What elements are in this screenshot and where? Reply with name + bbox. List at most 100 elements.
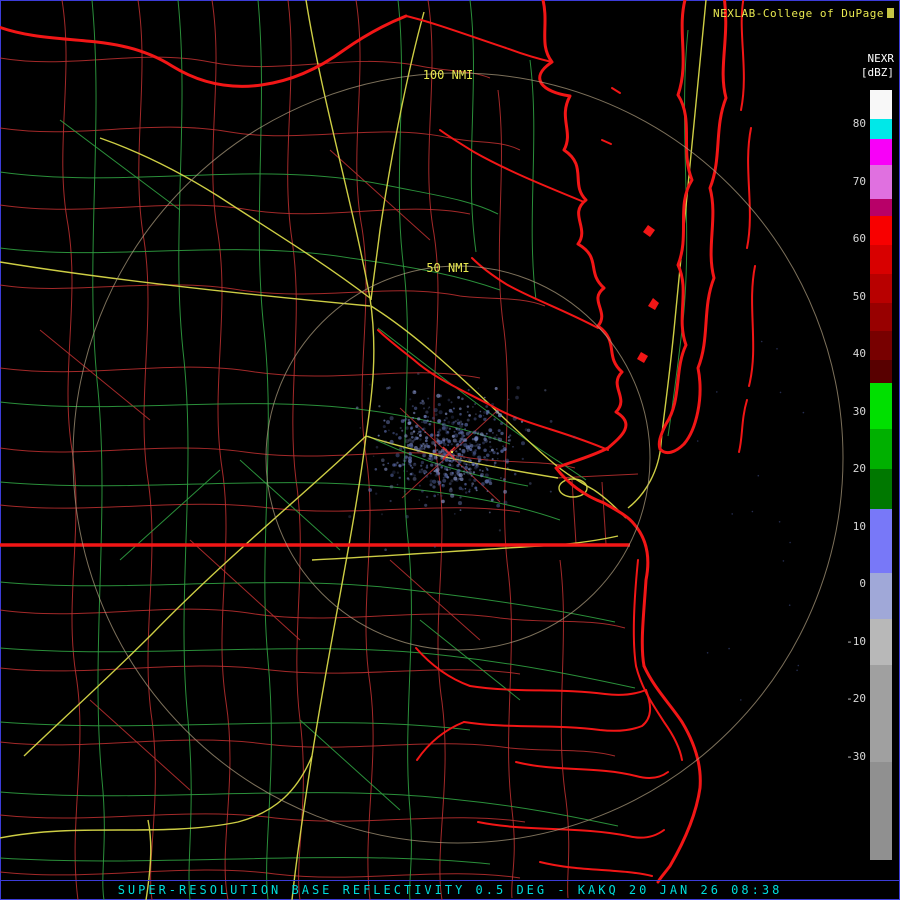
echo-dot	[495, 447, 498, 450]
echo-dot	[433, 408, 438, 413]
echo-dot	[549, 420, 553, 423]
echo-dot	[511, 425, 514, 427]
echo-dot	[435, 467, 440, 472]
colorbar-tick: -20	[846, 692, 866, 706]
echo-dot	[401, 429, 404, 432]
echo-dot	[429, 420, 432, 423]
echo-dot	[474, 431, 477, 434]
echo-dot	[441, 499, 445, 504]
echo-dot	[447, 431, 449, 434]
echo-dot	[477, 446, 481, 450]
caption-bar: SUPER-RESOLUTION BASE REFLECTIVITY 0.5 D…	[0, 880, 900, 900]
echo-dot	[797, 664, 800, 667]
echo-dot	[425, 410, 429, 414]
echo-dot	[479, 432, 484, 436]
echo-dot	[417, 432, 419, 435]
echo-dot	[468, 470, 473, 474]
echo-dot	[502, 459, 505, 462]
echo-dot	[403, 490, 406, 493]
echo-dot	[422, 427, 426, 431]
echo-dot	[472, 463, 475, 466]
echo-dot	[427, 415, 430, 418]
echo-dot	[411, 405, 414, 408]
colorbar-segment	[870, 199, 892, 217]
echo-dot	[464, 466, 468, 470]
echo-dot	[438, 472, 441, 475]
echo-dot	[420, 460, 425, 465]
echo-dot	[455, 440, 458, 443]
echo-dot	[500, 421, 504, 426]
echo-dot	[751, 510, 754, 513]
echo-dot	[396, 483, 399, 486]
echo-dot	[435, 456, 438, 459]
echo-dot	[463, 472, 466, 475]
echo-dot	[402, 447, 405, 449]
echo-dot	[423, 414, 427, 419]
echo-dot	[473, 478, 477, 482]
echo-dot	[482, 414, 485, 417]
echo-dot	[488, 511, 491, 514]
echo-dot	[403, 463, 406, 466]
echo-dot	[461, 397, 464, 401]
echo-dot	[419, 438, 422, 441]
echo-dot	[448, 459, 452, 463]
echo-dot	[427, 397, 430, 400]
echo-dot	[457, 501, 463, 506]
echo-dot	[497, 437, 500, 440]
echo-dot	[389, 416, 394, 421]
echo-dot	[492, 451, 496, 455]
echo-dot	[436, 449, 439, 452]
echo-dot	[483, 396, 486, 399]
echo-dot	[782, 560, 785, 562]
echo-dot	[466, 418, 470, 422]
colorbar-segment	[870, 618, 892, 665]
echo-dot	[467, 388, 470, 392]
echo-dot	[455, 455, 460, 460]
echo-dot	[471, 405, 474, 408]
echo-dot	[486, 453, 490, 458]
echo-dot	[483, 437, 487, 441]
echo-dot	[474, 465, 478, 470]
echo-dot	[464, 428, 467, 431]
echo-dot	[479, 410, 482, 413]
echo-dot	[372, 455, 375, 458]
echo-dot	[442, 478, 447, 483]
roads-green	[0, 0, 689, 900]
echo-dot	[427, 407, 430, 410]
echo-dot	[399, 447, 403, 451]
echo-dot	[442, 439, 446, 442]
echo-dot	[503, 489, 508, 494]
echo-dot	[377, 434, 380, 437]
echo-dot	[474, 449, 477, 452]
echo-dot	[452, 421, 455, 424]
echo-dot	[441, 422, 446, 427]
echo-dot	[461, 488, 464, 491]
echo-dot	[490, 498, 494, 502]
echo-dot	[378, 405, 381, 408]
echo-dot	[382, 425, 386, 429]
echo-dot	[406, 470, 408, 473]
echo-dot	[451, 411, 454, 413]
echo-dot	[500, 431, 504, 436]
echo-dot	[512, 416, 517, 421]
echo-dot	[441, 484, 444, 486]
echo-dot	[459, 420, 463, 424]
echo-dot	[426, 445, 430, 448]
echo-dot	[413, 406, 418, 410]
echo-dot	[438, 453, 441, 456]
echo-dot	[471, 482, 475, 486]
echo-dot	[520, 420, 524, 423]
echo-dot	[495, 434, 498, 437]
echo-dot	[450, 479, 454, 483]
echo-dot	[445, 416, 448, 420]
echo-dot	[496, 457, 499, 460]
echo-dot	[474, 403, 476, 405]
colorbar-segment	[870, 273, 892, 303]
echo-dot	[434, 413, 438, 416]
echo-dot	[493, 464, 496, 467]
echo-dot	[463, 434, 466, 437]
echo-dot	[528, 482, 532, 485]
echo-dot	[462, 456, 466, 459]
echo-dot	[384, 548, 387, 551]
echo-dot	[434, 462, 439, 467]
